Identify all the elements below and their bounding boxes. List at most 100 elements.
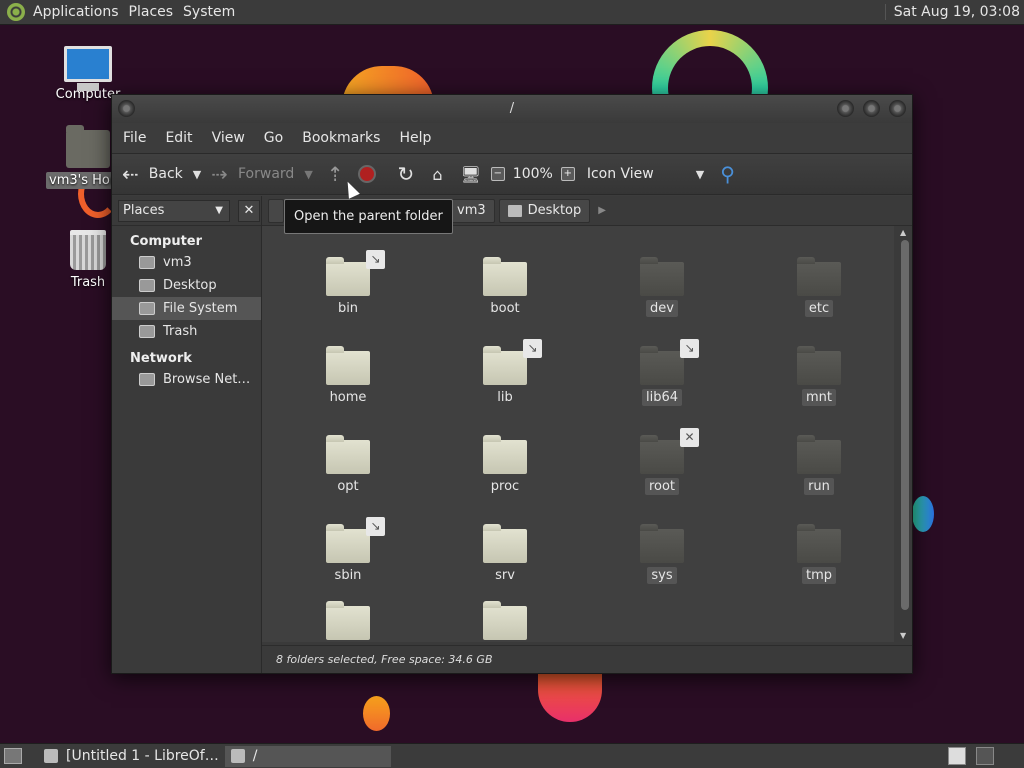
- zoom-in-icon[interactable]: +: [560, 167, 575, 181]
- folder-icon: [797, 524, 841, 563]
- breadcrumb-root[interactable]: [268, 198, 284, 223]
- file-item[interactable]: ↘ lib: [445, 339, 565, 405]
- sidebar-header: Places ✕: [112, 196, 261, 226]
- workspace-2[interactable]: [976, 747, 994, 765]
- reload-button[interactable]: ↻: [398, 154, 415, 194]
- places-menu[interactable]: Places: [127, 4, 182, 20]
- window-menu-icon[interactable]: [118, 100, 135, 117]
- sidebar: Places ✕ Computer vm3 Desktop File Syste…: [112, 196, 262, 673]
- minimize-icon[interactable]: [837, 100, 854, 117]
- trash-icon: [70, 230, 106, 270]
- sidebar-item-desktop[interactable]: Desktop: [112, 274, 261, 297]
- forward-button[interactable]: ⇢ Forward: [211, 154, 294, 194]
- maximize-icon[interactable]: [863, 100, 880, 117]
- scroll-up-icon[interactable]: ▲: [900, 228, 906, 237]
- distro-logo-icon[interactable]: [7, 3, 25, 21]
- breadcrumb-desktop[interactable]: Desktop: [498, 198, 591, 223]
- home-icon: ⌂: [432, 164, 443, 184]
- vertical-scrollbar[interactable]: ▲ ▼: [898, 226, 912, 642]
- file-item[interactable]: boot: [445, 257, 565, 316]
- menu-bookmarks[interactable]: Bookmarks: [301, 130, 390, 146]
- folder-icon: [483, 601, 527, 640]
- view-mode-dropdown[interactable]: ▼: [696, 168, 704, 181]
- wallpaper-shape: [538, 672, 602, 722]
- zoom-out-icon[interactable]: −: [490, 167, 505, 181]
- workspace-1[interactable]: [948, 747, 966, 765]
- applications-menu[interactable]: Applications: [31, 4, 127, 20]
- file-item[interactable]: ↘ lib64: [602, 339, 722, 406]
- taskbar-item-file-manager[interactable]: /: [224, 745, 391, 767]
- file-item[interactable]: home: [288, 346, 408, 405]
- file-item[interactable]: sys: [602, 524, 722, 584]
- bottom-panel: [Untitled 1 - LibreOf… /: [0, 743, 1024, 768]
- view-mode-select[interactable]: Icon View: [587, 166, 654, 182]
- file-item[interactable]: dev: [602, 257, 722, 317]
- scroll-down-icon[interactable]: ▼: [900, 631, 906, 640]
- symlink-emblem-icon: ↘: [366, 517, 385, 536]
- close-icon[interactable]: [889, 100, 906, 117]
- scrollbar-thumb[interactable]: [901, 240, 909, 610]
- file-item[interactable]: ✕ root: [602, 428, 722, 495]
- folder-icon: [326, 524, 370, 563]
- clock[interactable]: Sat Aug 19, 03:08: [884, 4, 1020, 20]
- back-button[interactable]: ⇠ Back: [122, 154, 183, 194]
- show-desktop-icon[interactable]: [4, 748, 22, 764]
- folder-icon: [483, 346, 527, 385]
- menubar: File Edit View Go Bookmarks Help: [112, 123, 912, 153]
- home-folder-icon: [66, 125, 110, 168]
- folder-icon: [326, 346, 370, 385]
- up-button[interactable]: ⇡: [327, 154, 344, 194]
- menu-file[interactable]: File: [122, 130, 156, 146]
- file-item-label: sbin: [334, 568, 362, 583]
- file-item[interactable]: proc: [445, 435, 565, 494]
- taskbar-item-libreoffice[interactable]: [Untitled 1 - LibreOf…: [38, 746, 225, 767]
- main-view: vm3 Desktop ▶ ↘ bin boot dev etc home ↘ lib ↘ lib…: [262, 196, 912, 673]
- back-arrow-icon: ⇠: [122, 162, 139, 186]
- document-icon: [44, 749, 58, 763]
- sidebar-item-browse-network[interactable]: Browse Net…: [112, 368, 261, 391]
- search-button[interactable]: ⚲: [720, 154, 735, 194]
- file-item[interactable]: run: [759, 435, 879, 495]
- sidebar-item-file-system[interactable]: File System: [112, 297, 261, 320]
- file-item[interactable]: opt: [288, 435, 408, 494]
- window-titlebar[interactable]: /: [112, 95, 912, 123]
- file-item[interactable]: [445, 601, 565, 642]
- file-item[interactable]: tmp: [759, 524, 879, 584]
- wallpaper-shape: [912, 496, 934, 532]
- sidebar-item-vm3[interactable]: vm3: [112, 251, 261, 274]
- home-button[interactable]: ⌂: [432, 154, 442, 194]
- symlink-emblem-icon: ↘: [366, 250, 385, 269]
- file-item[interactable]: ↘ bin: [288, 250, 408, 316]
- toolbar: ⇠ Back ▼ ⇢ Forward ▼ ⇡ ↻ ⌂ 🖥 − 100% + Ic…: [112, 153, 912, 195]
- top-panel: Applications Places System Sat Aug 19, 0…: [0, 0, 1024, 25]
- file-item-label: tmp: [801, 567, 836, 584]
- menu-help[interactable]: Help: [398, 130, 441, 146]
- file-item[interactable]: srv: [445, 524, 565, 583]
- window-title: /: [509, 101, 515, 116]
- file-item[interactable]: [288, 601, 408, 642]
- close-sidebar-icon[interactable]: ✕: [238, 199, 260, 222]
- sidebar-selector[interactable]: Places: [118, 199, 230, 222]
- computer-icon: [64, 46, 112, 91]
- computer-icon: 🖥: [460, 164, 481, 184]
- sidebar-item-trash[interactable]: Trash: [112, 320, 261, 343]
- breadcrumb-vm3[interactable]: vm3: [448, 198, 495, 223]
- taskbar-item-label: /: [252, 748, 258, 764]
- file-icon-grid[interactable]: ↘ bin boot dev etc home ↘ lib ↘ lib64 mnt opt proc ✕ r…: [262, 226, 894, 642]
- back-history-dropdown[interactable]: ▼: [193, 168, 201, 181]
- file-item[interactable]: ↘ sbin: [288, 517, 408, 583]
- forward-history-dropdown[interactable]: ▼: [304, 168, 312, 181]
- system-menu[interactable]: System: [181, 4, 243, 20]
- computer-button[interactable]: 🖥: [460, 154, 480, 194]
- menu-view[interactable]: View: [211, 130, 255, 146]
- file-item[interactable]: mnt: [759, 346, 879, 406]
- breadcrumb-label: vm3: [457, 203, 486, 218]
- breadcrumb-next-icon[interactable]: ▶: [598, 205, 606, 216]
- stop-button[interactable]: [357, 165, 376, 183]
- folder-icon: [326, 435, 370, 474]
- file-item[interactable]: etc: [759, 257, 879, 317]
- menu-edit[interactable]: Edit: [164, 130, 202, 146]
- folder-icon: [797, 257, 841, 296]
- menu-go[interactable]: Go: [263, 130, 293, 146]
- file-item-label: lib: [497, 390, 513, 405]
